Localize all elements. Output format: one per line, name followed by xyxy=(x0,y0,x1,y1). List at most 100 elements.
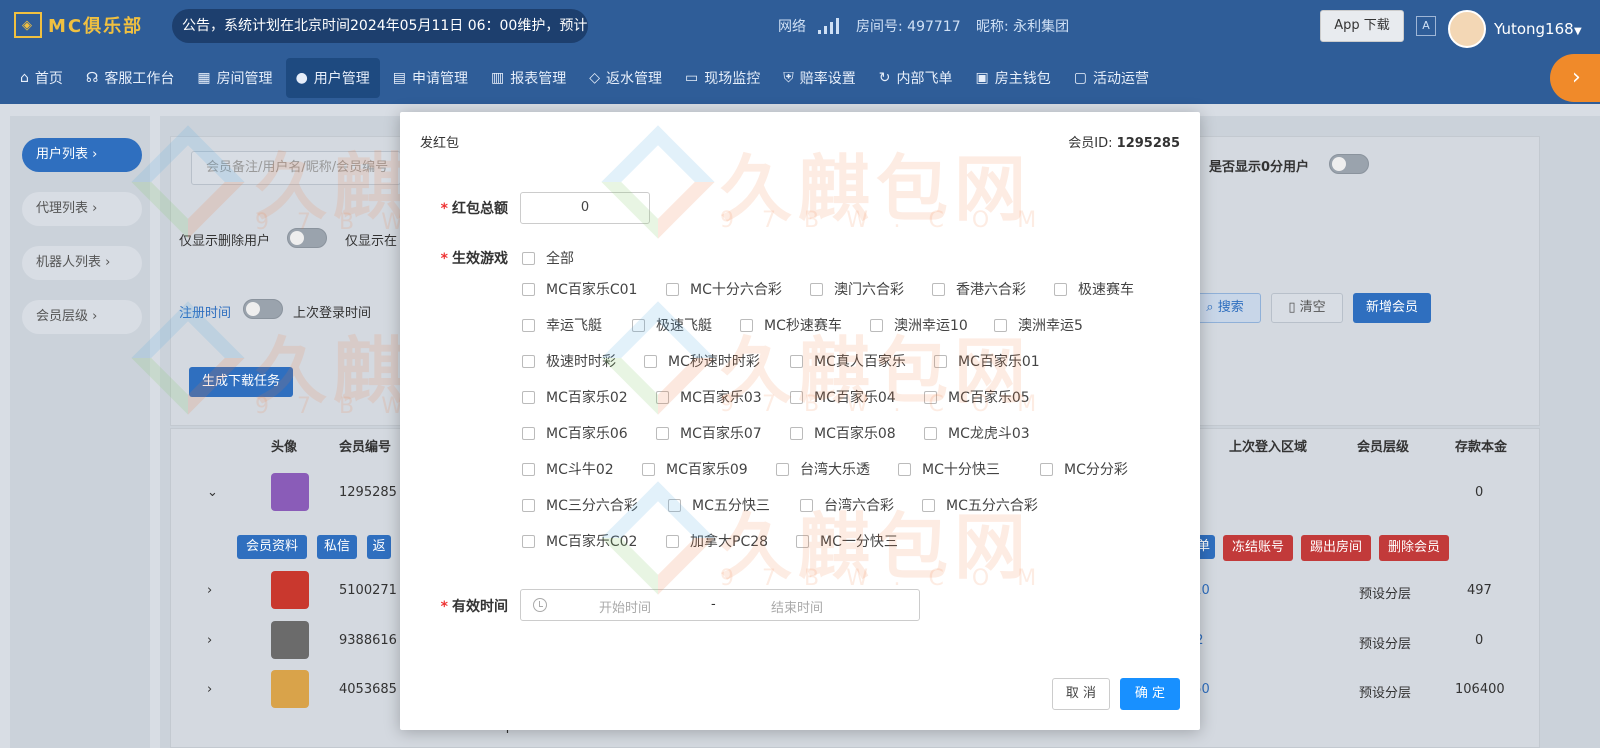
checkbox-label: 台湾六合彩 xyxy=(824,498,894,514)
checkbox-icon[interactable] xyxy=(934,354,947,368)
checkbox-icon[interactable] xyxy=(796,534,809,548)
game-checkbox[interactable]: MC百家乐C02 xyxy=(522,531,637,551)
game-checkbox[interactable]: MC百家乐09 xyxy=(642,459,748,479)
game-checkbox[interactable]: 极速赛车 xyxy=(1054,279,1134,299)
checkbox-label: MC秒速赛车 xyxy=(764,318,842,334)
amount-input[interactable]: 0 xyxy=(520,192,650,224)
checkbox-icon[interactable] xyxy=(522,462,535,476)
games-label: * 生效游戏 xyxy=(440,251,508,267)
game-checkbox[interactable]: MC三分六合彩 xyxy=(522,495,638,515)
game-checkbox[interactable]: MC真人百家乐 xyxy=(790,351,906,371)
checkbox-icon[interactable] xyxy=(994,318,1007,332)
checkbox-icon[interactable] xyxy=(632,318,645,332)
checkbox-label: MC百家乐05 xyxy=(948,390,1030,406)
checkbox-icon[interactable] xyxy=(656,390,669,404)
checkbox-label: MC十分六合彩 xyxy=(690,282,782,298)
checkbox-icon[interactable] xyxy=(642,462,655,476)
checkbox-icon[interactable] xyxy=(522,390,535,404)
checkbox-label: 幸运飞艇 xyxy=(546,318,602,334)
checkbox-icon[interactable] xyxy=(522,282,535,296)
checkbox-icon[interactable] xyxy=(522,251,535,265)
game-checkbox[interactable]: MC五分快三 xyxy=(668,495,770,515)
game-checkbox[interactable]: MC百家乐01 xyxy=(934,351,1040,371)
game-checkbox[interactable]: MC斗牛02 xyxy=(522,459,614,479)
game-checkbox[interactable]: MC分分彩 xyxy=(1040,459,1128,479)
checkbox-icon[interactable] xyxy=(870,318,883,332)
game-checkbox[interactable]: MC秒速时时彩 xyxy=(644,351,760,371)
checkbox-icon[interactable] xyxy=(522,318,535,332)
game-checkbox[interactable]: MC百家乐06 xyxy=(522,423,628,443)
member-id-caption: 会员ID: xyxy=(1068,136,1113,151)
game-checkbox[interactable]: 澳洲幸运10 xyxy=(870,315,968,335)
checkbox-icon[interactable] xyxy=(922,498,935,512)
game-checkbox[interactable]: MC百家乐03 xyxy=(656,387,762,407)
checkbox-icon[interactable] xyxy=(666,534,679,548)
checkbox-icon[interactable] xyxy=(522,426,535,440)
game-checkbox[interactable]: MC百家乐C01 xyxy=(522,279,637,299)
game-checkbox[interactable]: MC百家乐07 xyxy=(656,423,762,443)
checkbox-icon[interactable] xyxy=(644,354,657,368)
watermark-sub: 97BW.COM xyxy=(720,208,1065,233)
checkbox-label: 香港六合彩 xyxy=(956,282,1026,298)
checkbox-icon[interactable] xyxy=(932,282,945,296)
checkbox-icon[interactable] xyxy=(898,462,911,476)
game-checkbox[interactable]: MC一分快三 xyxy=(796,531,898,551)
checkbox-label: MC秒速时时彩 xyxy=(668,354,760,370)
game-checkbox[interactable]: MC百家乐02 xyxy=(522,387,628,407)
game-checkbox[interactable]: 台湾六合彩 xyxy=(800,495,894,515)
start-time-input[interactable]: 开始时间 xyxy=(599,597,651,616)
game-checkbox[interactable]: MC十分六合彩 xyxy=(666,279,782,299)
checkbox-icon[interactable] xyxy=(1054,282,1067,296)
checkbox-icon[interactable] xyxy=(790,390,803,404)
checkbox-label: MC龙虎斗03 xyxy=(948,426,1030,442)
game-checkbox[interactable]: 澳门六合彩 xyxy=(810,279,904,299)
checkbox-icon[interactable] xyxy=(790,354,803,368)
cancel-button[interactable]: 取 消 xyxy=(1052,678,1110,710)
game-checkbox[interactable]: MC龙虎斗03 xyxy=(924,423,1030,443)
checkbox-icon[interactable] xyxy=(810,282,823,296)
game-checkbox[interactable]: MC百家乐05 xyxy=(924,387,1030,407)
checkbox-icon[interactable] xyxy=(666,282,679,296)
checkbox-label: 台湾大乐透 xyxy=(800,462,870,478)
game-checkbox[interactable]: 极速时时彩 xyxy=(522,351,616,371)
checkbox-icon[interactable] xyxy=(790,426,803,440)
amount-label-text: 红包总额 xyxy=(452,201,508,217)
checkbox-label: MC斗牛02 xyxy=(546,462,614,478)
checkbox-icon[interactable] xyxy=(740,318,753,332)
checkbox-label: 澳门六合彩 xyxy=(834,282,904,298)
checkbox-label: MC三分六合彩 xyxy=(546,498,638,514)
checkbox-icon[interactable] xyxy=(800,498,813,512)
confirm-button[interactable]: 确 定 xyxy=(1120,678,1180,710)
end-time-input[interactable]: 结束时间 xyxy=(771,597,823,616)
time-label: * 有效时间 xyxy=(440,599,508,615)
checkbox-icon[interactable] xyxy=(776,462,789,476)
checkbox-icon[interactable] xyxy=(924,426,937,440)
checkbox-icon[interactable] xyxy=(522,498,535,512)
date-range-picker[interactable]: 开始时间 - 结束时间 xyxy=(520,589,920,621)
game-checkbox[interactable]: 加拿大PC28 xyxy=(666,531,768,551)
game-checkbox[interactable]: 台湾大乐透 xyxy=(776,459,870,479)
checkbox-all[interactable]: 全部 xyxy=(522,248,574,268)
time-label-text: 有效时间 xyxy=(452,599,508,615)
checkbox-label: 全部 xyxy=(546,251,574,267)
checkbox-icon[interactable] xyxy=(668,498,681,512)
watermark-sub: 97BW.COM xyxy=(720,566,1065,591)
game-checkbox[interactable]: 极速飞艇 xyxy=(632,315,712,335)
game-checkbox[interactable]: MC百家乐04 xyxy=(790,387,896,407)
checkbox-label: MC真人百家乐 xyxy=(814,354,906,370)
checkbox-icon[interactable] xyxy=(924,390,937,404)
game-checkbox[interactable]: MC秒速赛车 xyxy=(740,315,842,335)
game-checkbox[interactable]: MC五分六合彩 xyxy=(922,495,1038,515)
checkbox-icon[interactable] xyxy=(1040,462,1053,476)
checkbox-icon[interactable] xyxy=(656,426,669,440)
checkbox-label: MC一分快三 xyxy=(820,534,898,550)
game-checkbox[interactable]: MC十分快三 xyxy=(898,459,1000,479)
game-checkbox[interactable]: 幸运飞艇 xyxy=(522,315,602,335)
game-checkbox[interactable]: 香港六合彩 xyxy=(932,279,1026,299)
checkbox-icon[interactable] xyxy=(522,534,535,548)
checkbox-icon[interactable] xyxy=(522,354,535,368)
member-id-label: 会员ID: 1295285 xyxy=(1068,132,1180,151)
game-checkbox[interactable]: 澳洲幸运5 xyxy=(994,315,1083,335)
game-checkbox[interactable]: MC百家乐08 xyxy=(790,423,896,443)
checkbox-label: MC百家乐07 xyxy=(680,426,762,442)
